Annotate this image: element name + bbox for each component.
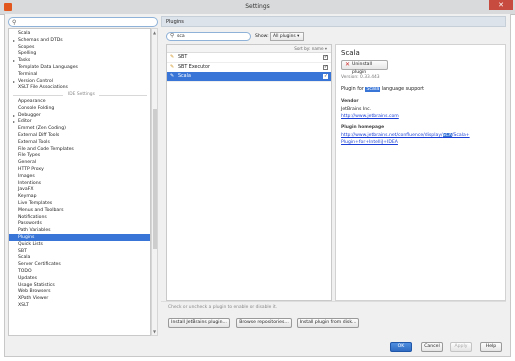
separator-line xyxy=(13,94,63,96)
tree-item-label: XSLT xyxy=(18,303,29,308)
help-button[interactable]: Help xyxy=(480,342,502,352)
desc-highlight: Scala xyxy=(365,87,381,92)
plugin-icon: ✎ xyxy=(170,73,175,79)
plugin-row[interactable]: ✎ Scala ✓ xyxy=(167,72,331,82)
settings-tree: Scala ▸ Schemas and DTDs Scopes Spelling ▸ Tas… xyxy=(8,28,151,336)
divider xyxy=(161,301,506,302)
plugin-row[interactable]: ✎ SBT Executor ✓ xyxy=(167,63,331,73)
cancel-button[interactable]: Cancel xyxy=(421,342,443,352)
plugins-header: Plugins xyxy=(161,16,506,27)
plugins-hint: Check or uncheck a plugin to enable or d… xyxy=(168,305,278,310)
search-icon: ⚲ xyxy=(170,33,175,39)
title-bar: Settings ✕ xyxy=(0,0,515,15)
scroll-down-icon[interactable]: ▼ xyxy=(153,329,156,334)
plugin-name: SBT xyxy=(178,55,188,60)
plugin-detail-panel: Scala ✕ Uninstall plugin Version: 0.33.4… xyxy=(335,44,506,301)
plugin-list: Sort by: name ▾ ✎ SBT ✓ ✎ SBT Executor ✓ ✎ Scal… xyxy=(166,44,332,301)
plugin-search-input[interactable]: ⚲ sca xyxy=(166,32,251,41)
plugins-header-title: Plugins xyxy=(166,19,184,25)
settings-search-input[interactable]: ⚲ xyxy=(8,17,158,27)
plugin-name: SBT Executor xyxy=(178,64,210,70)
scrollbar-thumb[interactable] xyxy=(153,109,157,249)
scroll-up-icon[interactable]: ▲ xyxy=(153,30,156,35)
plugin-icon: ✎ xyxy=(170,54,175,60)
plugin-row[interactable]: ✎ SBT ✓ xyxy=(167,53,331,63)
sort-dropdown[interactable]: Sort by: name ▾ xyxy=(294,45,327,52)
plugin-name: Scala xyxy=(178,74,191,79)
settings-tree-scrollbar[interactable]: ▲ ▼ xyxy=(151,28,158,336)
vendor-link[interactable]: http://www.jetbrains.com xyxy=(341,114,399,119)
vendor-name: JetBrains Inc. xyxy=(341,107,372,112)
install-jetbrains-plugin-button[interactable]: Install JetBrains plugin... xyxy=(168,318,230,328)
homepage-link-cont[interactable]: Plugin+for+IntelliJ+IDEA xyxy=(341,140,398,145)
plugin-enabled-checkbox[interactable]: ✓ xyxy=(323,64,328,70)
plugin-description: Plugin for Scala language support xyxy=(341,87,424,92)
homepage-link-part: /Scala+ xyxy=(451,133,470,138)
plugin-icon: ✎ xyxy=(170,63,175,70)
plugin-search-value: sca xyxy=(177,34,185,39)
homepage-heading: Plugin homepage xyxy=(341,125,385,130)
browse-repositories-button[interactable]: Browse repositories... xyxy=(236,318,292,328)
tree-item[interactable]: XSLT xyxy=(9,302,150,309)
apply-button[interactable]: Apply xyxy=(450,342,472,352)
plugin-enabled-checkbox[interactable]: ✓ xyxy=(323,74,328,79)
desc-suffix: language support xyxy=(380,87,425,92)
desc-prefix: Plugin for xyxy=(341,87,366,92)
homepage-link-part: http://www.jetbrains.net/confluence/disp… xyxy=(341,133,443,138)
window-title: Settings xyxy=(245,3,270,10)
vendor-heading: Vendor xyxy=(341,99,359,104)
plugin-version: Version: 0.33.443 xyxy=(341,75,380,80)
plugin-detail-title: Scala xyxy=(341,49,360,57)
ok-button[interactable]: OK xyxy=(390,342,412,352)
homepage-link[interactable]: http://www.jetbrains.net/confluence/disp… xyxy=(341,133,501,138)
close-icon: ✕ xyxy=(498,1,504,9)
uninstall-plugin-button[interactable]: ✕ Uninstall plugin xyxy=(341,60,388,75)
install-plugin-from-disk-button[interactable]: Install plugin from disk... xyxy=(297,318,359,328)
close-window-button[interactable]: ✕ xyxy=(489,0,513,10)
sort-bar[interactable]: Sort by: name ▾ xyxy=(167,45,331,53)
delete-icon: ✕ xyxy=(345,61,351,68)
show-filter-dropdown[interactable]: All plugins ▾ xyxy=(270,32,304,41)
plugin-enabled-checkbox[interactable]: ✓ xyxy=(323,55,328,60)
search-icon: ⚲ xyxy=(12,19,17,26)
separator-line xyxy=(99,94,147,96)
show-label: Show: xyxy=(255,34,269,39)
homepage-link-highlight: SCA xyxy=(442,133,452,138)
